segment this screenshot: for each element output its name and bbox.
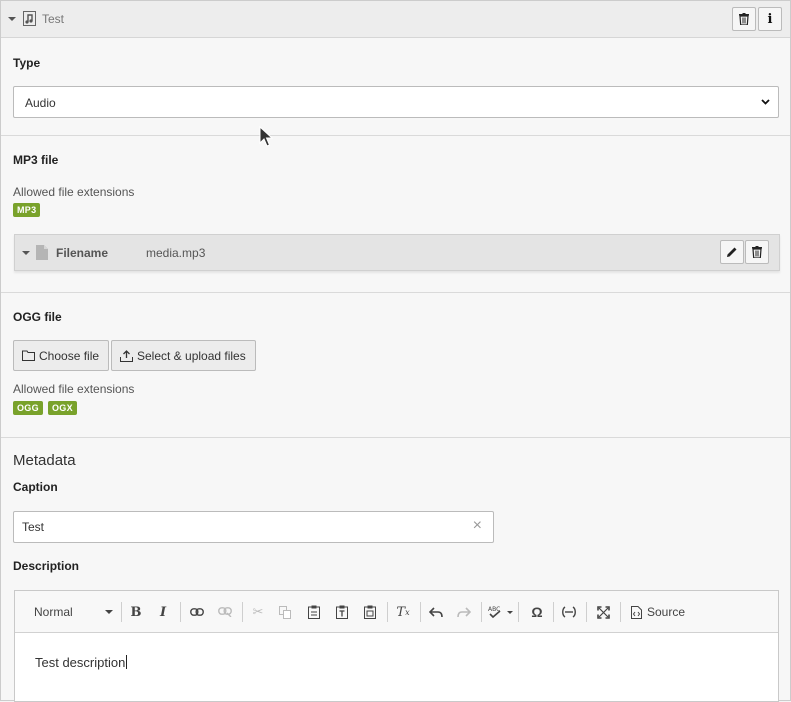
type-label: Type — [13, 56, 41, 70]
delete-button[interactable] — [732, 7, 756, 31]
file-icon — [36, 245, 48, 263]
toolbar-separator — [180, 602, 181, 622]
copy-icon[interactable] — [276, 603, 294, 621]
file-collapse-caret-icon[interactable] — [22, 251, 30, 255]
collapse-caret-icon[interactable] — [8, 17, 16, 21]
editor-toolbar: Normal B I ✂ T x ABC Ω Source — [15, 591, 778, 633]
select-upload-button[interactable]: Select & upload files — [111, 340, 256, 371]
info-button[interactable]: i — [758, 7, 782, 31]
filename-label: Filename — [56, 246, 109, 260]
music-note-icon — [23, 11, 36, 26]
toolbar-separator — [481, 602, 482, 622]
select-upload-label: Select & upload files — [137, 348, 246, 363]
unlink-icon[interactable] — [216, 603, 234, 621]
choose-file-label: Choose file — [39, 348, 100, 363]
pencil-icon — [727, 247, 737, 257]
panel-title: Test — [42, 12, 65, 26]
caption-label: Caption — [13, 480, 58, 494]
source-icon[interactable] — [627, 603, 645, 621]
caption-input[interactable]: Test × — [13, 511, 494, 543]
mouse-pointer-icon — [259, 126, 273, 147]
description-label: Description — [13, 559, 80, 573]
rich-text-editor[interactable]: Normal B I ✂ T x ABC Ω Source Test descr… — [14, 590, 779, 702]
toolbar-separator — [518, 602, 519, 622]
toolbar-separator — [420, 602, 421, 622]
ogg-extension-badge: OGG — [13, 401, 43, 415]
metadata-heading: Metadata — [13, 452, 76, 469]
edit-file-button[interactable] — [720, 240, 744, 264]
format-dropdown[interactable]: Normal — [34, 605, 73, 619]
format-dropdown-caret-icon[interactable] — [105, 610, 113, 614]
paste-text-icon[interactable] — [333, 603, 351, 621]
mp3-allowed-label: Allowed file extensions — [13, 185, 135, 199]
caption-value: Test — [22, 520, 45, 534]
upload-icon — [120, 349, 133, 362]
chevron-down-icon — [761, 99, 770, 105]
paste-word-icon[interactable] — [361, 603, 379, 621]
trash-icon — [739, 13, 749, 25]
delete-file-button[interactable] — [745, 240, 769, 264]
italic-icon[interactable]: I — [154, 603, 172, 621]
toolbar-separator — [586, 602, 587, 622]
toolbar-separator — [553, 602, 554, 622]
trash-icon — [752, 246, 762, 258]
maximize-icon[interactable] — [594, 603, 612, 621]
bold-icon[interactable]: B — [127, 603, 145, 621]
link-icon[interactable] — [188, 603, 206, 621]
undo-icon[interactable] — [427, 603, 445, 621]
type-select-value: Audio — [25, 96, 56, 110]
type-select[interactable]: Audio — [13, 86, 779, 118]
file-item-row[interactable]: Filename media.mp3 — [14, 234, 780, 271]
redo-icon[interactable] — [455, 603, 473, 621]
remove-format-icon[interactable]: Tx — [394, 603, 412, 621]
ogg-section: OGG file Choose file Select & upload fil… — [1, 293, 790, 438]
folder-icon — [22, 350, 35, 361]
editor-content[interactable]: Test description — [35, 655, 128, 670]
clear-icon[interactable]: × — [473, 518, 482, 534]
placeholder-icon[interactable] — [560, 603, 578, 621]
media-panel: Test i Type Audio MP3 file Allowed file … — [0, 0, 791, 702]
mp3-label: MP3 file — [13, 153, 59, 167]
type-section: Type Audio — [1, 39, 790, 136]
toolbar-separator — [620, 602, 621, 622]
toolbar-separator — [121, 602, 122, 622]
panel-header[interactable]: Test i — [1, 1, 790, 38]
special-character-icon[interactable]: Ω — [528, 603, 546, 621]
toolbar-separator — [242, 602, 243, 622]
filename-value: media.mp3 — [146, 246, 206, 260]
text-cursor — [126, 655, 128, 669]
toolbar-separator — [387, 602, 388, 622]
cut-icon[interactable]: ✂ — [249, 603, 267, 621]
editor-text: Test description — [35, 655, 126, 670]
source-button-label[interactable]: Source — [647, 605, 685, 619]
ogg-label: OGG file — [13, 310, 62, 324]
ogx-extension-badge: OGX — [48, 401, 77, 415]
spellcheck-icon[interactable]: ABC — [488, 603, 514, 621]
info-icon: i — [767, 11, 773, 27]
mp3-extension-badge: MP3 — [13, 203, 41, 217]
paste-icon[interactable] — [305, 603, 323, 621]
choose-file-button[interactable]: Choose file — [13, 340, 109, 371]
ogg-allowed-label: Allowed file extensions — [13, 382, 135, 396]
